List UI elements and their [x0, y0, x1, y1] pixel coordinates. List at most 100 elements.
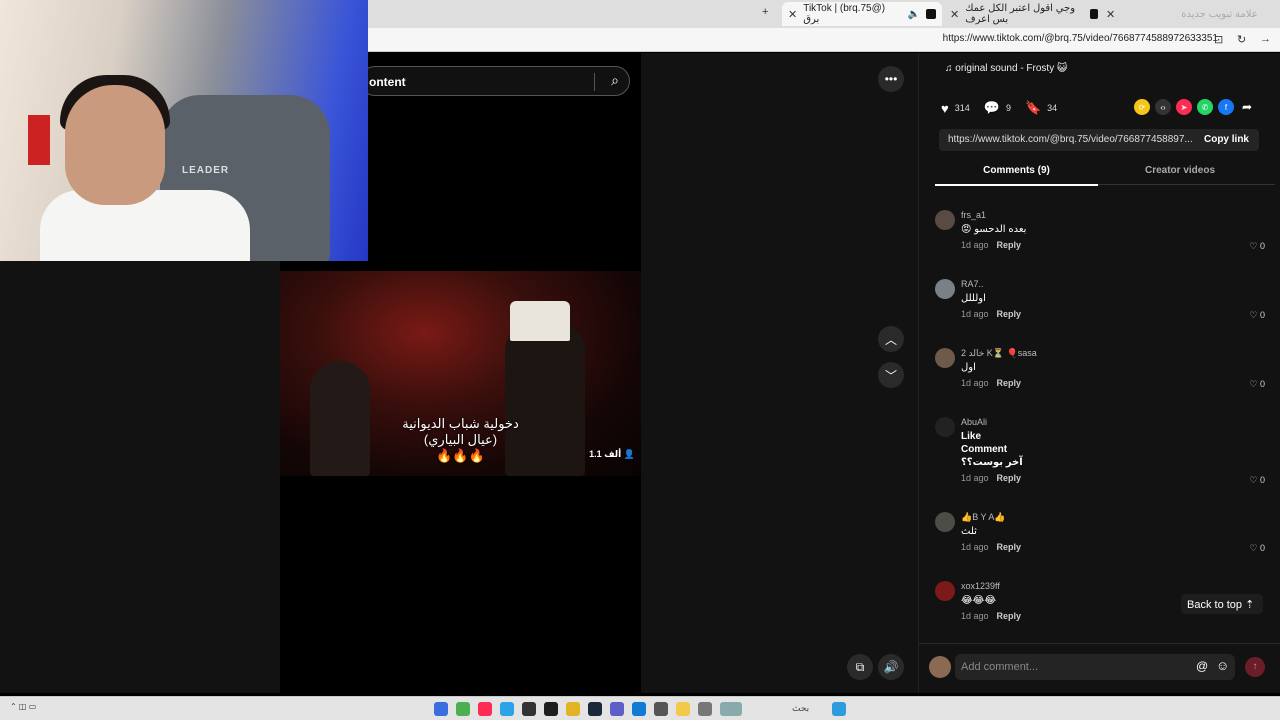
app-icon[interactable]	[500, 702, 514, 716]
view-count: 1.1 ألف 👤	[589, 449, 635, 460]
comment-time: 1d ago	[961, 240, 989, 250]
close-icon[interactable]: ✕	[788, 8, 797, 21]
app-icon[interactable]	[522, 702, 536, 716]
tiktok-favicon-icon	[926, 9, 936, 19]
share-link[interactable]: https://www.tiktok.com/@brq.75/video/766…	[948, 134, 1193, 145]
comment-like-button[interactable]: ♡ 0	[1249, 310, 1265, 321]
avatar[interactable]	[935, 279, 955, 299]
post-comment-button[interactable]: ↑	[1245, 657, 1265, 677]
tab-comments[interactable]: Comments (9)	[935, 165, 1098, 186]
copy-link-button[interactable]: Copy link	[1204, 134, 1249, 145]
comment-item: RA7.. اولللل 1d ago Reply ♡ 0	[935, 279, 1265, 339]
steam-icon[interactable]	[588, 702, 602, 716]
tiktok-favicon-icon	[1090, 9, 1098, 19]
reply-button[interactable]: Reply	[997, 378, 1022, 388]
mention-icon[interactable]: @	[1196, 659, 1208, 673]
folder-icon[interactable]	[676, 702, 690, 716]
send-icon[interactable]: ➤	[1176, 99, 1192, 115]
url-field[interactable]: https://www.tiktok.com/@brq.75/video/766…	[943, 33, 1218, 44]
app-icon[interactable]	[720, 702, 742, 716]
repost-icon[interactable]: ⟳	[1134, 99, 1150, 115]
app-icon[interactable]	[456, 702, 470, 716]
system-tray-icons[interactable]: ⌃ ◫ ▭	[10, 702, 36, 711]
avatar[interactable]	[929, 656, 951, 678]
close-icon[interactable]: ✕	[1106, 8, 1115, 21]
search-icon[interactable]: ⌕	[611, 72, 619, 89]
video-caption: دخولية شباب الديوانية (عيال البياري) 🔥🔥🔥	[280, 416, 641, 464]
mini-player-button[interactable]: ⧉	[847, 654, 873, 680]
comment-meta: 1d ago Reply	[961, 542, 1021, 552]
save-button[interactable]: 🔖 34	[1025, 100, 1057, 116]
reply-button[interactable]: Reply	[997, 240, 1022, 250]
speaker-icon[interactable]: 🔈	[908, 9, 920, 20]
terminal-icon[interactable]	[544, 702, 558, 716]
add-comment-input[interactable]	[955, 654, 1235, 680]
app-icon[interactable]	[698, 702, 712, 716]
app-icon[interactable]	[654, 702, 668, 716]
comment-meta: 1d ago Reply	[961, 240, 1021, 250]
comment-username[interactable]: 2 خالد K⏳ 🎈sasa	[961, 348, 1037, 359]
tab-new[interactable]: ✕ علامة تبويب جديدة	[1100, 2, 1260, 26]
reply-button[interactable]: Reply	[997, 542, 1022, 552]
widgets-icon[interactable]	[832, 702, 846, 716]
next-video-button[interactable]: ﹀	[878, 362, 904, 388]
edge-icon[interactable]	[632, 702, 646, 716]
comment-like-count: 0	[1259, 310, 1265, 320]
avatar[interactable]	[935, 210, 955, 230]
app-icon[interactable]	[610, 702, 624, 716]
taskbar-search[interactable]: بحث	[792, 703, 809, 714]
bookmark-icon: 🔖	[1024, 100, 1042, 115]
tab-tiktok[interactable]: ✕ TikTok | (brq.75@) برق 🔈	[782, 2, 942, 26]
tab-second[interactable]: ✕ وجي اقول اعتبر الكل عمك بس اعرف	[944, 2, 1104, 26]
emoji-icon[interactable]: ☺	[1216, 658, 1229, 673]
sound-link[interactable]: ♫ original sound - Frosty 😺	[945, 63, 1067, 74]
person-head	[65, 85, 165, 205]
share-arrow-icon[interactable]: ➦	[1239, 99, 1255, 115]
start-icon[interactable]	[434, 702, 448, 716]
video-player[interactable]: دخولية شباب الديوانية (عيال البياري) 🔥🔥🔥…	[280, 271, 641, 476]
like-button[interactable]: ♥ 314	[941, 101, 970, 116]
share-icons: ⟳ ‹› ➤ ✆ f ➦	[1134, 99, 1260, 115]
forward-icon[interactable]: →	[1260, 33, 1271, 45]
comment-button[interactable]: 💬 9	[984, 100, 1011, 116]
avatar[interactable]	[935, 512, 955, 532]
comment-like-button[interactable]: ♡ 0	[1249, 543, 1265, 554]
search-input[interactable]: ontent	[369, 75, 406, 89]
new-tab-button[interactable]: +	[762, 6, 768, 18]
sound-label: original sound - Frosty 😺	[955, 63, 1068, 74]
taskbar: ⌃ ◫ ▭ بحث	[0, 696, 1280, 720]
facebook-icon[interactable]: f	[1218, 99, 1234, 115]
tab-label: TikTok | (brq.75@) برق	[803, 3, 886, 25]
reply-button[interactable]: Reply	[997, 611, 1022, 621]
avatar[interactable]	[935, 581, 955, 601]
comment-text: 😂😂😂	[961, 595, 997, 606]
search-bar[interactable]: ontent ⌕	[360, 66, 630, 96]
avatar[interactable]	[935, 348, 955, 368]
previous-video-button[interactable]: ︿	[878, 326, 904, 352]
avatar[interactable]	[935, 417, 955, 437]
tab-creator-videos[interactable]: Creator videos	[1115, 165, 1245, 176]
whatsapp-icon[interactable]: ✆	[1197, 99, 1213, 115]
comment-username[interactable]: frs_a1	[961, 210, 986, 220]
tiktok-app-icon[interactable]	[478, 702, 492, 716]
comment-username[interactable]: xox1239ff	[961, 581, 1000, 591]
comment-like-button[interactable]: ♡ 0	[1249, 241, 1265, 252]
embed-icon[interactable]: ‹›	[1155, 99, 1171, 115]
volume-icon[interactable]: 🔊	[878, 654, 904, 680]
comment-username[interactable]: AbuAli	[961, 417, 987, 427]
comment-text: اولللل	[961, 293, 986, 304]
comment-username[interactable]: 👍B Y A👍	[961, 512, 1006, 523]
chrome-icon[interactable]	[566, 702, 580, 716]
reply-button[interactable]: Reply	[997, 473, 1022, 483]
reload-icon[interactable]: ↻	[1237, 33, 1246, 46]
back-to-top-button[interactable]: Back to top ⇡	[1181, 594, 1263, 614]
comment-item: AbuAli Like Comment آخر بوست؟؟ 1d ago Rep…	[935, 417, 1265, 497]
flag-decoration	[28, 115, 50, 165]
comment-username[interactable]: RA7..	[961, 279, 984, 289]
more-options-button[interactable]: •••	[878, 66, 904, 92]
comment-like-button[interactable]: ♡ 0	[1249, 379, 1265, 390]
close-icon[interactable]: ✕	[950, 8, 959, 21]
reply-button[interactable]: Reply	[997, 309, 1022, 319]
comment-like-button[interactable]: ♡ 0	[1249, 475, 1265, 486]
comment-tabs: Comments (9) Creator videos	[935, 163, 1275, 186]
